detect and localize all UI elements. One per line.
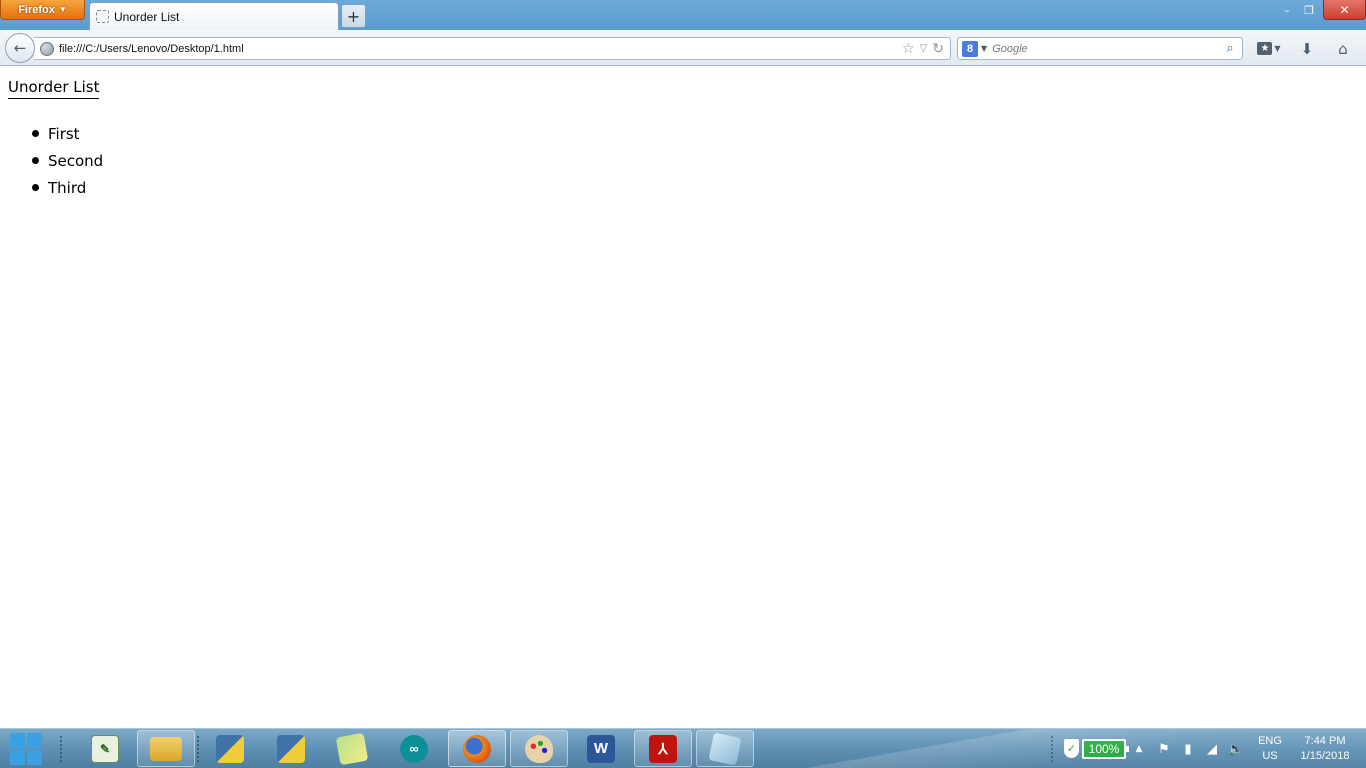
bookmark-star-icon[interactable]: ☆ xyxy=(902,41,915,57)
taskbar-app-notepad-plus[interactable]: ✎ xyxy=(76,730,134,767)
device-icon[interactable]: ▮ xyxy=(1178,729,1198,768)
window-titlebar: Firefox ▼ Unorder List + – ❐ ✕ xyxy=(0,0,1366,30)
address-bar-icons: ☆ ▽ ↻ xyxy=(902,41,950,57)
list-item-label: Third xyxy=(48,178,87,197)
home-button[interactable]: ⌂ xyxy=(1328,37,1358,60)
word-icon: W xyxy=(587,734,615,763)
taskbar-app-acrobat[interactable]: ⅄ xyxy=(634,730,692,767)
taskbar-app-python-idle-2[interactable] xyxy=(262,730,320,767)
language-indicator[interactable]: ENG US xyxy=(1254,734,1286,764)
windows-logo-icon xyxy=(27,750,42,765)
tab-active[interactable]: Unorder List xyxy=(89,2,339,30)
google-icon[interactable]: 8 xyxy=(962,40,978,57)
acrobat-icon: ⅄ xyxy=(649,734,677,763)
sticky-notes-icon xyxy=(335,732,369,765)
chevron-down-icon: ▼ xyxy=(1274,44,1281,53)
restore-icon: ❐ xyxy=(1304,3,1314,17)
taskbar-app-firefox[interactable] xyxy=(448,730,506,767)
bullet-icon xyxy=(32,129,39,137)
firefox-icon xyxy=(463,734,491,763)
battery-percent: 100% xyxy=(1088,742,1120,756)
bullet-icon xyxy=(32,156,39,164)
bookmarks-icon: ★ xyxy=(1257,42,1273,55)
folder-icon xyxy=(150,736,182,761)
page-content: Unorder List First Second Third xyxy=(0,67,1366,728)
page-title: Unorder List xyxy=(8,78,100,99)
security-shield-icon[interactable]: ✓ xyxy=(1064,739,1079,758)
notepad-plus-icon: ✎ xyxy=(91,734,119,763)
system-clock[interactable]: 7:44 PM 1/15/2018 xyxy=(1292,734,1358,764)
back-arrow-icon: ← xyxy=(13,39,27,57)
windows-logo-icon xyxy=(10,750,25,765)
list-item-label: First xyxy=(48,124,80,143)
search-icon[interactable]: ⌕ xyxy=(1218,41,1242,56)
start-button[interactable] xyxy=(6,731,46,767)
plus-icon: + xyxy=(346,6,361,26)
language-code: ENG xyxy=(1258,735,1282,747)
list-item-label: Second xyxy=(48,151,104,170)
taskbar-grip xyxy=(59,735,63,763)
address-bar[interactable]: file:///C:/Users/Lenovo/Desktop/1.html ☆… xyxy=(34,37,951,60)
minimize-button[interactable]: – xyxy=(1276,0,1298,20)
show-hidden-icons-button[interactable]: ▲ xyxy=(1132,729,1146,768)
taskbar-app-paint[interactable] xyxy=(510,730,568,767)
clock-time: 7:44 PM xyxy=(1304,735,1346,747)
list-item: Second xyxy=(32,147,103,174)
python-icon xyxy=(216,734,244,763)
page-icon xyxy=(96,10,109,23)
bullet-icon xyxy=(32,183,39,191)
paint-palette-icon xyxy=(525,734,553,763)
download-arrow-icon: ⬇ xyxy=(1300,39,1314,58)
notepad-icon xyxy=(708,731,742,766)
list-item: First xyxy=(32,120,103,147)
taskbar-grip xyxy=(196,735,200,763)
firefox-menu-button[interactable]: Firefox ▼ xyxy=(0,0,85,20)
clock-date: 1/15/2018 xyxy=(1300,750,1350,762)
taskbar-app-file-explorer[interactable] xyxy=(137,730,195,767)
bookmarks-button[interactable]: ★ ▼ xyxy=(1252,37,1286,60)
back-button[interactable]: ← xyxy=(5,33,35,63)
list-item: Third xyxy=(32,174,103,201)
taskbar-app-python-idle[interactable] xyxy=(201,730,259,767)
taskbar-app-notepad[interactable] xyxy=(696,730,754,767)
search-input[interactable] xyxy=(992,42,1218,55)
new-tab-button[interactable]: + xyxy=(341,4,366,28)
action-center-icon[interactable]: ⚑ xyxy=(1154,729,1174,768)
home-icon: ⌂ xyxy=(1338,39,1348,58)
toolbar-right-buttons: ★ ▼ ⬇ ⌂ xyxy=(1252,37,1358,60)
reload-icon[interactable]: ↻ xyxy=(932,41,944,57)
search-bar: 8 ▼ ⌕ xyxy=(957,37,1243,60)
taskbar-app-sticky-notes[interactable] xyxy=(323,730,381,767)
windows-logo-icon xyxy=(27,733,42,748)
chevron-down-icon[interactable]: ▼ xyxy=(981,44,987,53)
arduino-icon: ∞ xyxy=(400,734,428,763)
volume-icon[interactable]: 🔈 xyxy=(1225,729,1247,768)
windows-logo-icon xyxy=(10,733,25,748)
tray-grip xyxy=(1050,735,1054,763)
battery-indicator[interactable]: 100% xyxy=(1082,739,1129,759)
firefox-menu-label: Firefox xyxy=(18,3,55,16)
unordered-list: First Second Third xyxy=(32,120,103,201)
window-controls: – ❐ ✕ xyxy=(1276,0,1366,20)
python-icon xyxy=(277,734,305,763)
taskbar-app-word[interactable]: W xyxy=(572,730,630,767)
minimize-icon: – xyxy=(1284,3,1290,17)
region-code: US xyxy=(1262,750,1278,762)
address-text[interactable]: file:///C:/Users/Lenovo/Desktop/1.html xyxy=(59,43,902,55)
close-icon: ✕ xyxy=(1339,2,1350,17)
close-button[interactable]: ✕ xyxy=(1323,0,1366,20)
network-icon[interactable]: ◢ xyxy=(1202,729,1222,768)
globe-icon xyxy=(40,41,54,56)
downloads-button[interactable]: ⬇ xyxy=(1292,37,1322,60)
taskbar: ✎ ∞ W ⅄ ✓ 100% ▲ ⚑ ▮ ◢ 🔈 ENG US 7:44 PM … xyxy=(0,728,1366,768)
navigation-toolbar: file:///C:/Users/Lenovo/Desktop/1.html ☆… xyxy=(0,30,1366,66)
tab-title: Unorder List xyxy=(114,9,180,24)
history-dropdown-icon[interactable]: ▽ xyxy=(920,43,928,54)
taskbar-app-arduino[interactable]: ∞ xyxy=(385,730,443,767)
chevron-down-icon: ▼ xyxy=(58,5,67,14)
restore-button[interactable]: ❐ xyxy=(1298,0,1320,20)
